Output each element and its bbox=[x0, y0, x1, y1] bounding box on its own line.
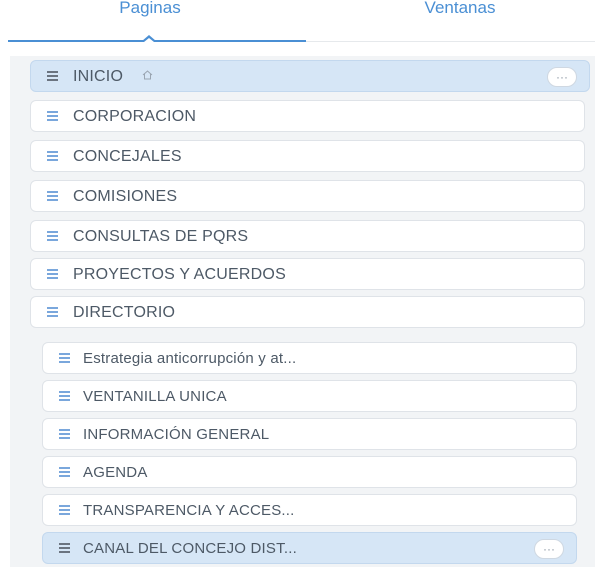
list-icon bbox=[59, 391, 70, 401]
list-icon bbox=[59, 505, 70, 515]
page-item-inicio[interactable]: INICIO ··· bbox=[30, 60, 590, 92]
list-icon bbox=[47, 231, 58, 241]
page-item-corporacion[interactable]: CORPORACION bbox=[30, 100, 585, 132]
list-icon bbox=[47, 111, 58, 121]
page-item-consultas-de-pqrs[interactable]: CONSULTAS DE PQRS bbox=[30, 220, 585, 252]
page-item-ventanilla-unica[interactable]: VENTANILLA UNICA bbox=[42, 380, 577, 412]
tab-paginas-label: Paginas bbox=[119, 0, 181, 17]
page-item-concejales[interactable]: CONCEJALES bbox=[30, 140, 585, 172]
page-item-agenda[interactable]: AGENDA bbox=[42, 456, 577, 488]
page-item-transparencia-y-acceso[interactable]: TRANSPARENCIA Y ACCES... bbox=[42, 494, 577, 526]
list-icon bbox=[47, 151, 58, 161]
list-icon bbox=[59, 543, 70, 553]
list-icon bbox=[47, 191, 58, 201]
list-icon bbox=[47, 71, 58, 81]
page-item-proyectos-y-acuerdos[interactable]: PROYECTOS Y ACUERDOS bbox=[30, 258, 585, 290]
page-item-directorio[interactable]: DIRECTORIO bbox=[30, 296, 585, 328]
list-icon bbox=[47, 269, 58, 279]
page-item-comisiones[interactable]: COMISIONES bbox=[30, 180, 585, 212]
page-label: COMISIONES bbox=[73, 188, 178, 205]
page-item-canal-del-concejo[interactable]: CANAL DEL CONCEJO DIST... ··· bbox=[42, 532, 577, 564]
page-label: DIRECTORIO bbox=[73, 304, 176, 321]
tab-paginas[interactable]: Paginas bbox=[60, 0, 240, 40]
page-label: VENTANILLA UNICA bbox=[83, 388, 227, 405]
page-label: CONSULTAS DE PQRS bbox=[73, 228, 249, 245]
more-options-button[interactable]: ··· bbox=[534, 539, 564, 559]
page-label: TRANSPARENCIA Y ACCES... bbox=[83, 502, 295, 519]
list-icon bbox=[59, 467, 70, 477]
active-tab-pointer-fill bbox=[144, 38, 154, 42]
tab-ventanas[interactable]: Ventanas bbox=[370, 0, 550, 40]
page-label: CANAL DEL CONCEJO DIST... bbox=[83, 540, 297, 557]
list-icon bbox=[47, 307, 58, 317]
page-list: INICIO ··· CORPORACION CONCEJALES COMISI… bbox=[10, 56, 595, 567]
page-label: CONCEJALES bbox=[73, 148, 182, 165]
page-item-estrategia-anticorrupcion[interactable]: Estrategia anticorrupción y at... bbox=[42, 342, 577, 374]
list-icon bbox=[59, 353, 70, 363]
active-tab-indicator bbox=[8, 40, 306, 42]
page-label: Estrategia anticorrupción y at... bbox=[83, 350, 297, 367]
tab-divider bbox=[306, 41, 595, 42]
page-label: CORPORACION bbox=[73, 108, 197, 125]
page-label: INFORMACIÓN GENERAL bbox=[83, 426, 270, 443]
more-options-button[interactable]: ··· bbox=[547, 67, 577, 87]
home-icon bbox=[142, 70, 153, 80]
tab-ventanas-label: Ventanas bbox=[424, 0, 496, 17]
tab-bar: Paginas Ventanas bbox=[0, 0, 595, 44]
page-item-informacion-general[interactable]: INFORMACIÓN GENERAL bbox=[42, 418, 577, 450]
page-label: PROYECTOS Y ACUERDOS bbox=[73, 266, 286, 283]
page-label: AGENDA bbox=[83, 464, 148, 481]
page-label: INICIO bbox=[73, 68, 124, 85]
list-icon bbox=[59, 429, 70, 439]
